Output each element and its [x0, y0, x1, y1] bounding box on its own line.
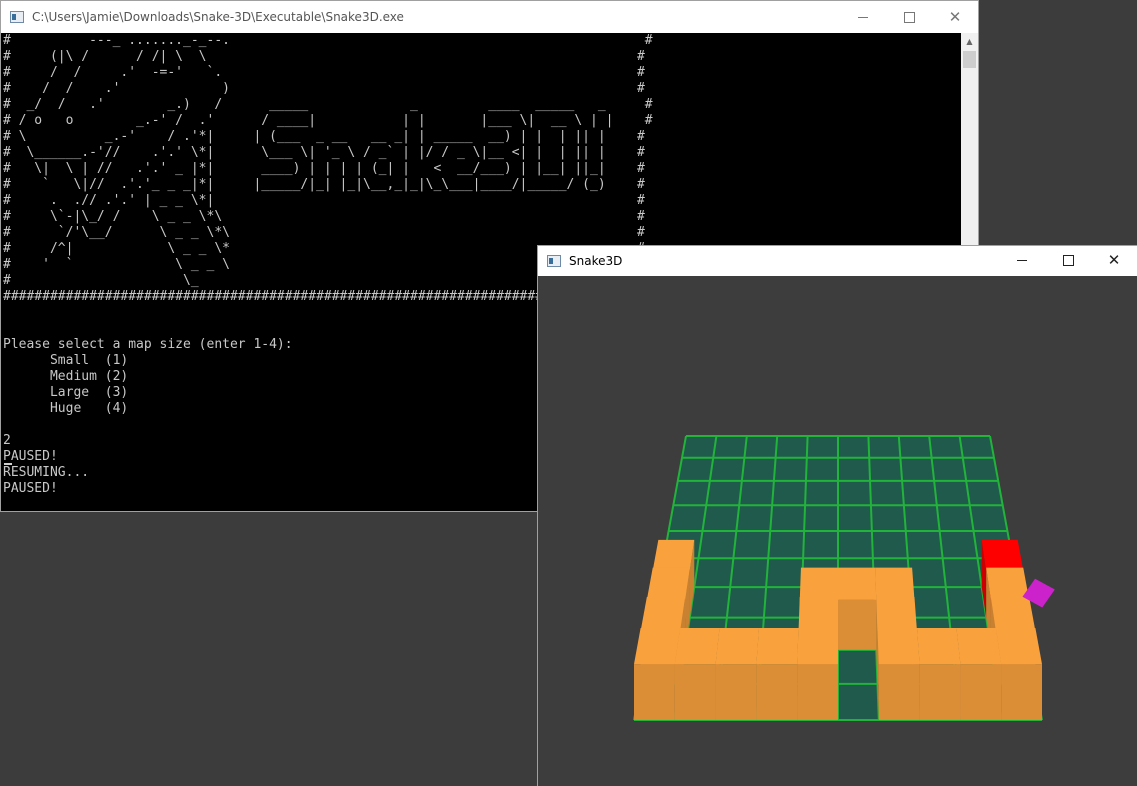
game-viewport[interactable]	[538, 276, 1137, 786]
close-button[interactable]: ✕	[932, 1, 978, 33]
snake-segment-top	[674, 628, 720, 665]
snake-segment-front	[960, 664, 1002, 720]
snake-segment-top	[990, 596, 1036, 632]
snake-segment-top	[877, 628, 920, 665]
console-app-icon	[10, 11, 24, 23]
maximize-icon	[1062, 254, 1074, 266]
snake-segment-front	[919, 664, 961, 720]
snake-segment-top	[652, 539, 695, 571]
snake-segment-top	[798, 596, 838, 632]
close-icon: ✕	[948, 8, 962, 26]
snake-segment-top	[956, 628, 1002, 665]
game-window[interactable]: Snake3D ✕	[537, 245, 1137, 786]
close-icon: ✕	[1107, 251, 1121, 269]
text-cursor	[4, 463, 12, 465]
close-button[interactable]: ✕	[1091, 246, 1137, 275]
snake-segment-top	[640, 596, 686, 632]
snake-segment-top	[875, 567, 915, 600]
scroll-up-arrow-icon[interactable]: ▲	[961, 33, 978, 50]
minimize-icon	[858, 16, 868, 18]
snake-segment-top	[838, 567, 877, 600]
snake-segment-front	[878, 664, 920, 720]
snake-segment-front	[715, 664, 757, 720]
game-app-icon	[547, 255, 561, 267]
snake-segment-front	[756, 664, 798, 720]
console-titlebar[interactable]: C:\Users\Jamie\Downloads\Snake-3D\Execut…	[1, 1, 978, 33]
scroll-thumb[interactable]	[963, 51, 976, 68]
snake-segment-front	[838, 599, 877, 650]
maximize-button[interactable]	[886, 1, 932, 33]
maximize-icon	[903, 11, 915, 23]
snake-segment-top	[634, 628, 681, 665]
game-titlebar[interactable]: Snake3D ✕	[538, 246, 1137, 276]
maximize-button[interactable]	[1045, 246, 1091, 275]
snake-segment-top	[986, 567, 1030, 600]
minimize-button[interactable]	[840, 1, 886, 33]
console-title: C:\Users\Jamie\Downloads\Snake-3D\Execut…	[32, 10, 404, 24]
minimize-button[interactable]	[999, 246, 1045, 275]
snake-segment-front	[1001, 664, 1042, 720]
snake-segment-top	[995, 628, 1042, 665]
snake-segment-top	[916, 628, 961, 665]
snake-segment-top	[646, 567, 690, 600]
minimize-icon	[1017, 259, 1027, 261]
snake-head-top	[981, 539, 1024, 571]
snake-segment-front	[634, 664, 675, 720]
snake-segment-top	[756, 628, 799, 665]
game-title: Snake3D	[569, 254, 623, 268]
snake-segment-top	[715, 628, 760, 665]
snake-segment-front	[797, 664, 838, 720]
snake-segment-top	[799, 567, 838, 600]
snake-segment-front	[674, 664, 716, 720]
snake-segment-top	[876, 596, 917, 632]
snake-segment-top	[797, 628, 838, 665]
